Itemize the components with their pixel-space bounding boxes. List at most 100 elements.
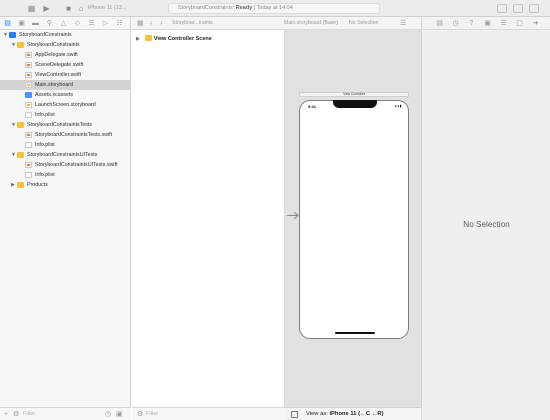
scheme-target-icon[interactable]: ⌂: [76, 4, 86, 13]
navigator-item[interactable]: StoryboardConstraintsTests.swift: [0, 130, 131, 140]
project-icon: [9, 32, 16, 38]
document-outline: ▶ View Controller Scene: [132, 30, 285, 407]
view-as-button[interactable]: View as: iPhone 11 (←C ←R): [306, 411, 384, 417]
history-inspector-tab-icon[interactable]: ◷: [452, 20, 459, 27]
navigator-item-label: StoryboardConstraintsTests.swift: [35, 132, 113, 138]
scheme-selector[interactable]: iPhone 11 (13...: [88, 3, 166, 14]
navigator-item-label: Info.plist: [35, 172, 55, 178]
library-icon[interactable]: [497, 4, 507, 13]
project-navigator: ▤ ▣ ▬ ⚲ △ ◇ ☰ ▷ ☷ ▼ StoryboardConstraints…: [0, 17, 131, 420]
project-navigator-tab-icon[interactable]: ▤: [4, 20, 11, 27]
disclosure-icon[interactable]: ▶: [136, 36, 140, 42]
disclosure-icon[interactable]: ▼: [11, 150, 16, 160]
jump-bar: ▦ ‹ › Storyboar...traints Main.storyboar…: [132, 17, 422, 30]
find-navigator-tab-icon[interactable]: ⚲: [46, 20, 53, 27]
back-button[interactable]: ‹: [150, 19, 152, 28]
stop-button[interactable]: ■: [64, 4, 73, 13]
view-controller-title-bar[interactable]: View Controller: [299, 92, 409, 97]
run-button[interactable]: ▶: [42, 4, 51, 13]
add-file-icon[interactable]: +: [4, 411, 11, 418]
navigator-item-label: ViewController.swift: [35, 72, 82, 78]
disclosure-icon[interactable]: ▼: [11, 40, 16, 50]
home-indicator: [335, 332, 375, 334]
navigator-item[interactable]: ViewController.swift: [0, 70, 131, 80]
view-controller-title: View Controller: [343, 92, 365, 96]
identity-inspector-tab-icon[interactable]: ▣: [484, 20, 491, 27]
disclosure-icon[interactable]: ▼: [3, 30, 8, 40]
navigator-item[interactable]: Assets.xcassets: [0, 90, 131, 100]
navigator-item[interactable]: ▼ StoryboardConstraints: [0, 30, 131, 40]
navigator-item[interactable]: Info.plist: [0, 140, 131, 150]
breadcrumb-file[interactable]: Main.storyboard (Base): [284, 19, 338, 28]
code-review-icon[interactable]: [513, 4, 523, 13]
navigator-item-label: StoryboardConstraintsUITests: [27, 152, 98, 158]
hide-navigator-icon[interactable]: ▦: [27, 4, 36, 13]
quick-help-tab-icon[interactable]: ?: [468, 20, 475, 27]
navigator-item-label: Info.plist: [35, 112, 55, 118]
navigator-item-label: Assets.xcassets: [35, 92, 73, 98]
swift-file-icon: [25, 62, 32, 68]
issue-navigator-tab-icon[interactable]: △: [60, 20, 67, 27]
recent-files-icon[interactable]: ◷: [105, 411, 112, 418]
navigator-item-label: Products: [27, 182, 48, 188]
activity-time: | Today at 14:04: [253, 5, 293, 11]
status-bar-icons: ●●▮: [394, 104, 402, 108]
navigator-item[interactable]: SceneDelegate.swift: [0, 60, 131, 70]
disclosure-icon[interactable]: ▼: [11, 120, 16, 130]
forward-button[interactable]: ›: [160, 19, 162, 28]
file-inspector-tab-icon[interactable]: ▤: [436, 20, 443, 27]
navigator-tabs: ▤ ▣ ▬ ⚲ △ ◇ ☰ ▷ ☷: [0, 17, 131, 30]
device-config-icon[interactable]: [291, 411, 298, 418]
source-control-tab-icon[interactable]: ▣: [18, 20, 25, 27]
related-items-icon[interactable]: ▦: [137, 19, 144, 28]
report-navigator-tab-icon[interactable]: ☷: [116, 20, 123, 27]
scene-label: View Controller Scene: [153, 36, 212, 42]
scene-icon: [144, 35, 152, 41]
navigator-item-label: LaunchScreen.storyboard: [35, 102, 96, 108]
navigator-item[interactable]: LaunchScreen.storyboard: [0, 100, 131, 110]
attributes-inspector-tab-icon[interactable]: ☰: [500, 20, 507, 27]
editor-options-icon[interactable]: ☰: [400, 19, 406, 28]
breadcrumb-selection[interactable]: No Selection: [349, 19, 378, 28]
folder-icon: [17, 122, 24, 128]
no-selection-label: No Selection: [463, 220, 510, 229]
scene-row[interactable]: ▶ View Controller Scene: [136, 35, 212, 44]
navigator-item[interactable]: AppDelegate.swift: [0, 50, 131, 60]
inspector-toggle-icon[interactable]: [529, 4, 539, 13]
plist-file-icon: [25, 142, 32, 148]
navigator-filter-bar: + ⚙ Filter ◷ ▣: [0, 407, 131, 420]
symbol-navigator-tab-icon[interactable]: ▬: [32, 20, 39, 27]
view-as-device: iPhone 11 (←C ←R): [329, 411, 384, 417]
breakpoint-navigator-tab-icon[interactable]: ▷: [102, 20, 109, 27]
size-inspector-tab-icon[interactable]: ▢: [516, 20, 523, 27]
navigator-item[interactable]: ▼ StoryboardConstraintsUITests: [0, 150, 131, 160]
navigator-item[interactable]: StoryboardConstraintsUITests.swift: [0, 160, 131, 170]
asset-catalog-icon: [25, 92, 32, 98]
navigator-item[interactable]: Info.plist: [0, 110, 131, 120]
breadcrumb-project[interactable]: Storyboar...traints: [172, 19, 213, 28]
navigator-item-label: AppDelegate.swift: [35, 52, 78, 58]
navigator-item[interactable]: ▼ StoryboardConstraintsTests: [0, 120, 131, 130]
source-control-filter-icon[interactable]: ▣: [116, 411, 123, 418]
navigator-item[interactable]: Info.plist: [0, 170, 131, 180]
navigator-item-label: StoryboardConstraintsTests: [27, 122, 93, 128]
inspector-panel: ▤ ◷ ? ▣ ☰ ▢ ➜ No Selection: [421, 17, 550, 420]
navigator-filter-input[interactable]: Filter: [23, 411, 35, 417]
entry-point-arrow-icon[interactable]: [287, 211, 299, 220]
activity-project: StoryboardConstraints:: [178, 5, 235, 11]
status-bar-time: 9:41: [308, 104, 317, 109]
storyboard-canvas[interactable]: View Controller 9:41 ●●▮: [285, 30, 421, 407]
navigator-item[interactable]: ▼ StoryboardConstraints: [0, 40, 131, 50]
navigator-item[interactable]: Main.storyboard: [0, 80, 131, 90]
swift-file-icon: [25, 162, 32, 168]
iphone-frame[interactable]: 9:41 ●●▮: [299, 100, 409, 339]
navigator-item-label: Info.plist: [35, 142, 55, 148]
debug-navigator-tab-icon[interactable]: ☰: [88, 20, 95, 27]
navigator-item[interactable]: ▶ Products: [0, 180, 131, 190]
disclosure-icon[interactable]: ▶: [11, 180, 15, 190]
outline-filter-input[interactable]: Filter: [146, 411, 158, 417]
test-navigator-tab-icon[interactable]: ◇: [74, 20, 81, 27]
notch: [333, 100, 377, 108]
outline-filter-bar: ⚙ Filter: [132, 407, 285, 420]
connections-inspector-tab-icon[interactable]: ➜: [532, 20, 539, 27]
